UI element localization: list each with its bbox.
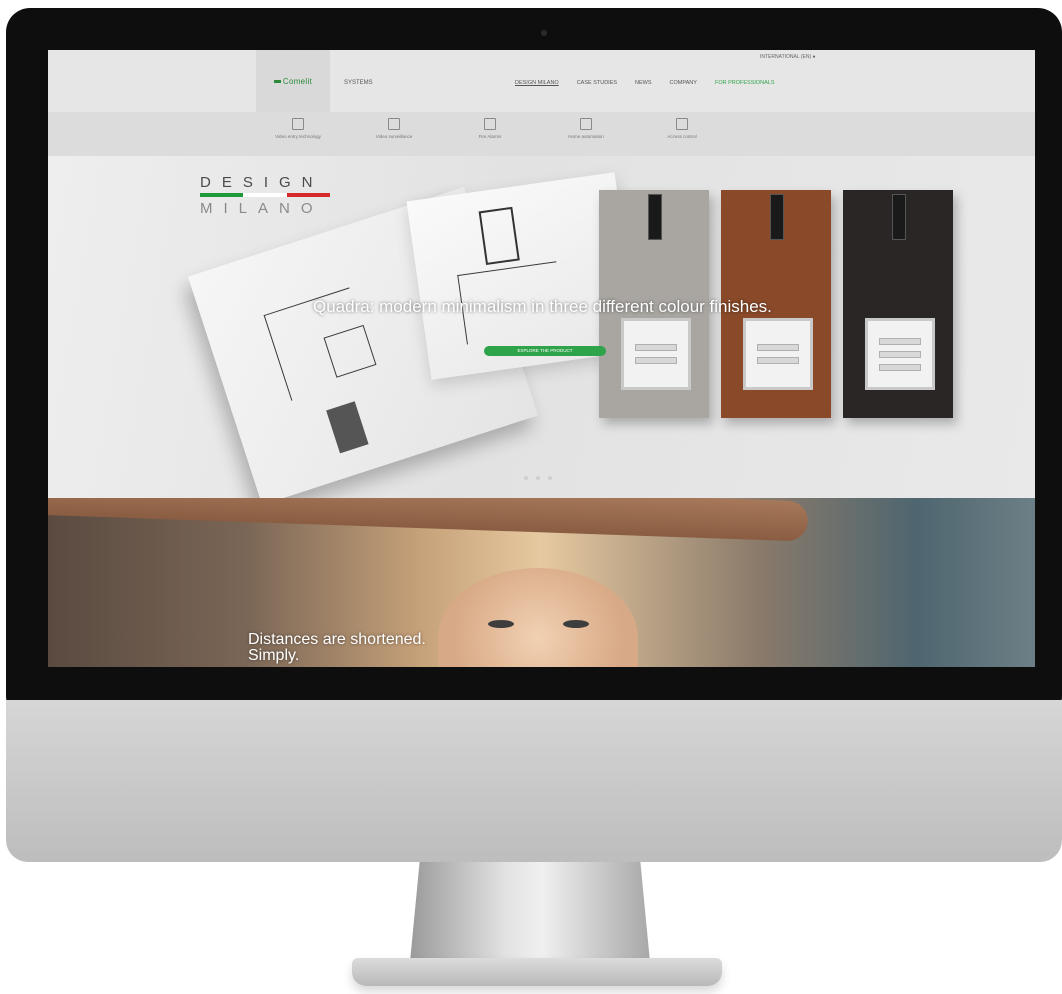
promo-line-1: Distances are shortened. xyxy=(248,631,426,648)
hero-slider: DESIGN MILANO Quadra: modern minimalism … xyxy=(48,156,1035,498)
woman-face-image xyxy=(438,568,638,667)
panel-camera xyxy=(770,194,784,240)
subnav-label: Access control xyxy=(667,134,697,139)
hand-image xyxy=(48,498,809,542)
nav-for-professionals[interactable]: FOR PROFESSIONALS xyxy=(715,80,775,86)
promo-banner: Distances are shortened. Simply. xyxy=(48,498,1035,667)
main-nav: DESIGN MILANO CASE STUDIES NEWS COMPANY … xyxy=(515,80,775,86)
monitor-chin xyxy=(6,700,1062,862)
subnav-label: Home automation xyxy=(568,134,604,139)
nav-news[interactable]: NEWS xyxy=(635,80,652,86)
flag-red xyxy=(286,193,330,197)
product-category-bar: Video entry technology Video surveillanc… xyxy=(48,112,1035,156)
fire-alarm-icon xyxy=(484,118,496,130)
systems-menu[interactable]: SYSTEMS xyxy=(344,80,373,86)
language-selector[interactable]: INTERNATIONAL (EN) ● xyxy=(760,54,816,60)
italian-flag-bar xyxy=(200,193,330,197)
subnav-item-video-surveillance[interactable]: Video surveillance xyxy=(354,118,434,139)
panel-display xyxy=(621,318,691,390)
video-intercom-icon xyxy=(292,118,304,130)
subnav-label: Fire Alarms xyxy=(478,134,502,139)
slider-dot-2[interactable] xyxy=(536,476,540,480)
subnav-label: Video entry technology xyxy=(275,134,321,139)
monitor-stand-neck xyxy=(410,862,650,962)
panel-display xyxy=(743,318,813,390)
hero-headline: Quadra: modern minimalism in three diffe… xyxy=(313,297,772,316)
nav-case-studies[interactable]: CASE STUDIES xyxy=(577,80,617,86)
eye-right xyxy=(563,620,589,628)
website-screen: Comelit SYSTEMS INTERNATIONAL (EN) ● DES… xyxy=(48,50,1035,667)
design-title: DESIGN xyxy=(200,174,324,191)
home-automation-icon xyxy=(580,118,592,130)
panel-display xyxy=(865,318,935,390)
camera-icon xyxy=(388,118,400,130)
slider-dot-1[interactable] xyxy=(524,476,528,480)
panel-camera xyxy=(648,194,662,240)
nav-design-milano[interactable]: DESIGN MILANO xyxy=(515,80,559,86)
panel-camera xyxy=(892,194,906,240)
subnav-label: Video surveillance xyxy=(375,134,413,139)
promo-line-2: Simply. xyxy=(248,647,300,664)
slider-dot-3[interactable] xyxy=(548,476,552,480)
subnav-item-video-entry[interactable]: Video entry technology xyxy=(258,118,338,139)
subnav-item-fire-alarms[interactable]: Fire Alarms xyxy=(450,118,530,139)
site-logo[interactable]: Comelit xyxy=(256,50,330,112)
monitor-stand-foot xyxy=(352,958,722,986)
globe-icon: ● xyxy=(812,54,816,60)
subnav-item-home-automation[interactable]: Home automation xyxy=(546,118,626,139)
subnav-item-access-control[interactable]: Access control xyxy=(642,118,722,139)
nav-company[interactable]: COMPANY xyxy=(670,80,697,86)
language-label: INTERNATIONAL (EN) xyxy=(760,54,812,60)
logo-text: Comelit xyxy=(282,76,313,86)
intercom-panel-black xyxy=(843,190,953,418)
explore-product-button[interactable]: EXPLORE THE PRODUCT xyxy=(484,346,606,356)
milano-title: MILANO xyxy=(200,200,324,217)
slider-dots xyxy=(524,476,552,480)
site-header: Comelit SYSTEMS INTERNATIONAL (EN) ● DES… xyxy=(48,50,1035,112)
flag-white xyxy=(243,193,287,197)
webcam-icon xyxy=(541,30,547,36)
access-control-icon xyxy=(676,118,688,130)
eye-left xyxy=(488,620,514,628)
promo-text: Distances are shortened. Simply. xyxy=(248,632,426,664)
flag-green xyxy=(200,193,244,197)
logo-mark-icon xyxy=(273,79,281,83)
